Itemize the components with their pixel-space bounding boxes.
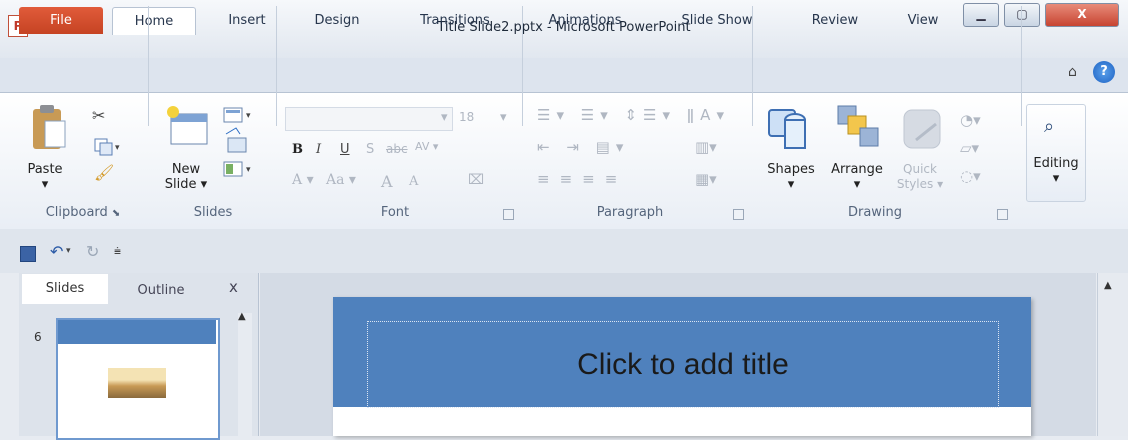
list-buttons[interactable]: ☰▾ ☰▾ ⇕☰▾ ǁA▾ — [537, 106, 730, 124]
tab-insert[interactable]: Insert — [212, 7, 282, 34]
undo-dropdown-icon[interactable]: ▾ — [66, 246, 71, 256]
tab-home[interactable]: Home — [112, 7, 196, 35]
italic-button[interactable]: I — [316, 142, 321, 157]
grow-font-button[interactable]: A — [381, 172, 393, 191]
arrange-icon — [837, 105, 879, 147]
arrange-button[interactable]: Arrange ▾ — [822, 162, 892, 192]
separator — [522, 6, 523, 126]
minimize-ribbon-icon[interactable]: ⌂ — [1068, 64, 1077, 80]
character-spacing-button[interactable]: AV ▾ — [415, 140, 438, 153]
slide-tools-icons[interactable]: ▾ ▾ — [222, 104, 262, 180]
tab-review[interactable]: Review — [797, 7, 873, 34]
drawing-group-label: Drawing — [847, 205, 903, 220]
paragraph-group-label: Paragraph — [596, 205, 664, 220]
new-slide-icon — [167, 106, 208, 145]
scroll-up-icon[interactable]: ▲ — [238, 311, 246, 322]
customize-qat-icon[interactable]: ⩧ — [114, 244, 121, 259]
tab-slides-panel[interactable]: Slides — [22, 274, 108, 304]
title-placeholder[interactable]: Click to add title — [367, 321, 999, 408]
format-painter-icon[interactable]: 🖌 — [94, 163, 114, 182]
svg-text:▾: ▾ — [246, 111, 251, 121]
shapes-icon — [768, 109, 806, 149]
tab-view[interactable]: View — [893, 7, 953, 34]
separator — [752, 6, 753, 126]
thumbnail-title-band — [58, 320, 216, 344]
shapes-button[interactable]: Shapes ▾ — [760, 162, 822, 192]
smartart-icon[interactable]: ▦▾ — [695, 170, 717, 188]
new-slide-button[interactable]: New Slide ▾ — [158, 162, 214, 192]
bold-button[interactable]: B — [292, 142, 303, 157]
minimize-button[interactable]: ▁ — [963, 3, 999, 27]
editing-label: Editing ▾ — [1033, 156, 1079, 186]
font-color-button[interactable]: A ▾ — [292, 172, 314, 188]
tab-file[interactable]: File — [19, 7, 103, 34]
maximize-button[interactable]: ▢ — [1004, 3, 1040, 27]
tab-transitions[interactable]: Transitions — [400, 7, 510, 34]
font-dialog-launcher[interactable] — [503, 209, 514, 220]
slide-number: 6 — [34, 330, 42, 344]
slides-group-label: Slides — [193, 205, 233, 220]
clear-formatting-icon[interactable]: ⌧ — [468, 172, 484, 188]
separator — [1021, 6, 1022, 126]
font-size-dropdown-icon: ▾ — [500, 110, 507, 125]
close-button[interactable]: X — [1045, 3, 1119, 27]
close-panel-icon[interactable]: x — [229, 278, 238, 296]
underline-button[interactable]: U — [340, 142, 350, 157]
clipboard-group-label: Clipboard ⬊ — [45, 205, 121, 220]
quick-styles-button[interactable]: Quick Styles ▾ — [895, 162, 945, 192]
help-icon[interactable]: ? — [1093, 61, 1115, 83]
font-group-label: Font — [380, 205, 410, 220]
paste-icon — [33, 105, 66, 149]
redo-icon[interactable]: ↻ — [86, 242, 99, 261]
scroll-up-icon[interactable]: ▲ — [1104, 280, 1112, 291]
paragraph-dialog-launcher[interactable] — [733, 209, 744, 220]
copy-icon[interactable]: ▾ — [94, 138, 122, 156]
drawing-dialog-launcher[interactable] — [997, 209, 1008, 220]
svg-text:▾: ▾ — [115, 143, 120, 153]
align-text-icon[interactable]: ▥▾ — [695, 138, 717, 156]
thumbnail-image — [108, 368, 166, 398]
quick-styles-icon — [903, 109, 941, 149]
paste-label: Paste — [27, 162, 63, 177]
editing-button[interactable] — [1026, 104, 1086, 202]
cut-icon[interactable]: ✂ — [92, 106, 105, 125]
panel-scrollbar[interactable] — [238, 313, 252, 436]
tab-slide-show[interactable]: Slide Show — [662, 7, 772, 34]
separator — [148, 6, 149, 126]
tab-outline-panel[interactable]: Outline — [116, 278, 206, 304]
tab-design[interactable]: Design — [296, 7, 378, 34]
font-name-box[interactable] — [285, 107, 453, 131]
ribbon-tabs-row — [0, 58, 1128, 92]
indent-buttons[interactable]: ⇤ ⇥ ▤▾ — [537, 138, 629, 156]
alignment-buttons[interactable]: ≡≡≡≡ — [537, 170, 627, 188]
change-case-button[interactable]: Aa ▾ — [326, 172, 356, 188]
paste-button[interactable]: Paste ▾ — [20, 162, 70, 192]
quick-access-toolbar — [0, 229, 1128, 273]
strikethrough-button[interactable]: abc — [386, 142, 408, 156]
font-size-box[interactable]: 18 — [459, 110, 474, 124]
vertical-scrollbar[interactable] — [1097, 273, 1128, 436]
svg-text:▾: ▾ — [246, 165, 251, 175]
shape-format-buttons[interactable]: ◔▾ ▱▾ ◌▾ — [960, 106, 981, 190]
save-icon[interactable] — [20, 246, 36, 262]
font-dropdown-icon: ▾ — [441, 110, 448, 125]
undo-icon[interactable]: ↶ — [50, 242, 63, 261]
tab-animations[interactable]: Animations — [530, 7, 640, 34]
text-shadow-button[interactable]: S — [366, 142, 374, 157]
separator — [276, 6, 277, 126]
binoculars-icon: ⌕ — [1044, 116, 1055, 137]
shrink-font-button[interactable]: A — [409, 174, 418, 189]
